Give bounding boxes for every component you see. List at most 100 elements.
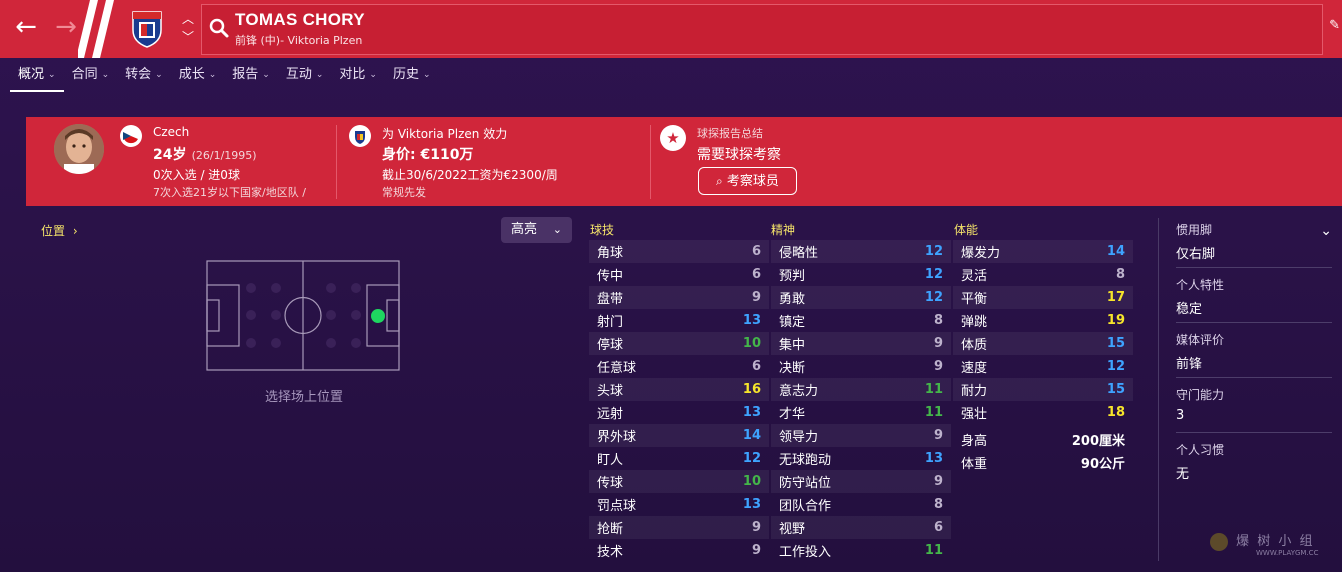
player-face-icon <box>54 124 104 174</box>
attribute-value: 13 <box>742 313 761 328</box>
attribute-row[interactable]: 停球 10 <box>589 332 769 355</box>
attribute-row[interactable]: 领导力 9 <box>771 424 951 447</box>
attribute-value: 12 <box>924 290 943 305</box>
attribute-value: 12 <box>742 451 761 466</box>
attribute-row[interactable]: 耐力 15 <box>953 378 1133 401</box>
tab-development[interactable]: 成长 ⌄ <box>171 60 225 90</box>
attribute-row[interactable]: 弹跳 19 <box>953 309 1133 332</box>
attribute-name: 无球跑动 <box>779 453 832 468</box>
player-habits-value: 无 <box>1176 467 1190 482</box>
attribute-name: 传中 <box>597 269 624 284</box>
search-icon[interactable] <box>208 17 230 39</box>
attribute-name: 抢断 <box>597 522 624 537</box>
attribute-row[interactable]: 抢断 9 <box>589 516 769 539</box>
attribute-row[interactable]: 体质 15 <box>953 332 1133 355</box>
back-arrow-icon[interactable]: ← <box>10 12 42 44</box>
attribute-row[interactable]: 传中 6 <box>589 263 769 286</box>
height-value: 200厘米 <box>1071 434 1125 449</box>
attribute-name: 强壮 <box>961 407 988 422</box>
tab-transfer[interactable]: 转会 ⌄ <box>117 60 171 90</box>
attribute-row[interactable]: 镇定 8 <box>771 309 951 332</box>
attribute-row[interactable]: 盯人 12 <box>589 447 769 470</box>
personality-block: 个人特性 稳定 <box>1176 276 1332 323</box>
select-position-caption: 选择场上位置 <box>265 390 344 405</box>
attribute-name: 停球 <box>597 338 624 353</box>
edit-pencil-icon[interactable]: ✎ <box>1329 18 1340 33</box>
weight-value: 90公斤 <box>1080 457 1125 472</box>
attribute-name: 视野 <box>779 522 806 537</box>
attribute-value: 17 <box>1106 290 1125 305</box>
tab-history[interactable]: 历史 ⌄ <box>385 60 439 90</box>
scout-report-status: 需要球探考察 <box>697 147 781 163</box>
position-link[interactable]: 位置 › <box>41 222 78 239</box>
attribute-row[interactable]: 速度 12 <box>953 355 1133 378</box>
attribute-row[interactable]: 侵略性 12 <box>771 240 951 263</box>
chevron-down-icon[interactable]: ﹀ <box>178 28 198 46</box>
attribute-name: 传球 <box>597 476 624 491</box>
attribute-value: 9 <box>933 474 943 489</box>
attribute-row[interactable]: 工作投入 11 <box>771 539 951 562</box>
attribute-row[interactable]: 团队合作 8 <box>771 493 951 516</box>
natural-position-marker[interactable] <box>371 309 385 323</box>
attribute-row[interactable]: 技术 9 <box>589 539 769 562</box>
pitch-position-map[interactable] <box>206 260 400 371</box>
player-name-box[interactable]: TOMAS CHORY 前锋 (中)- Viktoria Plzen <box>201 4 1323 55</box>
attribute-value: 16 <box>742 382 761 397</box>
attribute-row[interactable]: 盘带 9 <box>589 286 769 309</box>
attribute-row[interactable]: 决断 9 <box>771 355 951 378</box>
attribute-row[interactable]: 勇敢 12 <box>771 286 951 309</box>
attribute-row[interactable]: 传球 10 <box>589 470 769 493</box>
attribute-value: 6 <box>751 244 761 259</box>
attribute-row[interactable]: 射门 13 <box>589 309 769 332</box>
card-divider <box>336 125 337 199</box>
tab-reports[interactable]: 报告 ⌄ <box>224 60 278 90</box>
attribute-name: 爆发力 <box>961 246 1001 261</box>
player-switch-arrows[interactable]: ︿ ﹀ <box>178 10 198 48</box>
tab-overview[interactable]: 概况 ⌄ <box>10 60 64 92</box>
attribute-row[interactable]: 预判 12 <box>771 263 951 286</box>
attribute-row[interactable]: 平衡 17 <box>953 286 1133 309</box>
tab-label: 合同 <box>71 67 98 82</box>
highlight-dropdown[interactable]: 高亮 ⌄ <box>501 217 572 243</box>
attribute-row[interactable]: 灵活 8 <box>953 263 1133 286</box>
profile-tabs: 概况 ⌄ 合同 ⌄ 转会 ⌄ 成长 ⌄ 报告 ⌄ 互动 ⌄ 对比 ⌄ 历史 ⌄ <box>10 60 439 92</box>
attribute-row[interactable]: 意志力 11 <box>771 378 951 401</box>
attribute-row[interactable]: 无球跑动 13 <box>771 447 951 470</box>
tab-interaction[interactable]: 互动 ⌄ <box>278 60 332 90</box>
tab-label: 对比 <box>339 67 366 82</box>
tab-contract[interactable]: 合同 ⌄ <box>64 60 118 90</box>
height-row: 身高 200厘米 <box>953 428 1133 451</box>
attribute-row[interactable]: 爆发力 14 <box>953 240 1133 263</box>
nationality[interactable]: Czech <box>153 125 189 139</box>
attribute-row[interactable]: 罚点球 13 <box>589 493 769 516</box>
attribute-name: 平衡 <box>961 292 988 307</box>
player-position-club: 前锋 (中)- Viktoria Plzen <box>235 34 363 47</box>
attribute-row[interactable]: 任意球 6 <box>589 355 769 378</box>
chevron-down-icon: ⌄ <box>48 70 56 80</box>
attribute-value: 11 <box>924 543 943 558</box>
attribute-value: 18 <box>1106 405 1125 420</box>
attribute-row[interactable]: 强壮 18 <box>953 401 1133 424</box>
scout-player-button[interactable]: ⌕ 考察球员 <box>698 167 797 195</box>
attribute-row[interactable]: 界外球 14 <box>589 424 769 447</box>
chevron-up-icon[interactable]: ︿ <box>178 10 198 28</box>
attribute-row[interactable]: 集中 9 <box>771 332 951 355</box>
chevron-down-icon: ⌄ <box>315 70 324 80</box>
attribute-row[interactable]: 角球 6 <box>589 240 769 263</box>
attribute-row[interactable]: 远射 13 <box>589 401 769 424</box>
attribute-row[interactable]: 视野 6 <box>771 516 951 539</box>
attribute-row[interactable]: 头球 16 <box>589 378 769 401</box>
preferred-foot-block[interactable]: 惯用脚 仅右脚 ⌄ <box>1176 221 1332 268</box>
attribute-value: 14 <box>1106 244 1125 259</box>
tab-label: 概况 <box>18 67 45 82</box>
club-badge-icon[interactable] <box>130 8 164 48</box>
header-stripes-decoration <box>78 0 114 58</box>
attribute-row[interactable]: 防守站位 9 <box>771 470 951 493</box>
chevron-down-icon[interactable]: ⌄ <box>1320 223 1332 239</box>
player-name: TOMAS CHORY <box>235 10 365 29</box>
tab-compare[interactable]: 对比 ⌄ <box>331 60 385 90</box>
market-value: 身价: €110万 <box>382 147 474 163</box>
attribute-row[interactable]: 才华 11 <box>771 401 951 424</box>
mental-attributes: 侵略性 12 预判 12 勇敢 12 镇定 8 集中 9 决断 9 意志力 11 才华 11 领导力 9 无球跑动 1… <box>771 240 951 562</box>
club-line[interactable]: 为 Viktoria Plzen 效力 <box>382 125 507 142</box>
